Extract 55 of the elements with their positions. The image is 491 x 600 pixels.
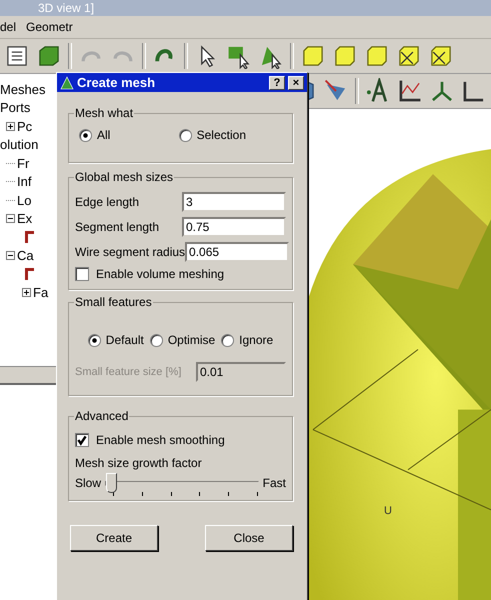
tree-item[interactable]: Pc [17,118,32,134]
radio-button[interactable] [88,334,101,346]
group-title: Global mesh sizes [74,170,174,184]
input-field[interactable]: 3 [182,192,286,212]
checkbox[interactable] [75,267,89,281]
tree-item[interactable]: Meshes [0,82,46,97]
radio-label: All [97,128,110,142]
help-button[interactable]: ? [269,76,285,90]
radio-button[interactable] [221,334,234,346]
tree-item[interactable]: Ex [17,211,32,226]
tree-item[interactable]: Fr [17,156,30,171]
radio-button[interactable] [150,334,163,346]
window-title: 3D view 1] [38,1,94,15]
slider-min-label: Slow [75,476,102,490]
field-label: Small feature size [%] [75,366,182,378]
letter-icon [22,230,36,244]
checkbox-label: Enable volume meshing [96,267,224,281]
field-label: Segment length [75,220,160,234]
menu-item[interactable]: del [0,20,16,34]
field-label: Wire segment radius [75,245,186,259]
radio-button[interactable] [178,128,192,142]
tree-item[interactable]: Lo [17,192,32,208]
input-field[interactable]: 0.75 [182,217,286,237]
group-title: Small features [74,295,153,309]
slider-thumb[interactable] [106,472,118,492]
checkbox[interactable] [75,433,89,447]
radio-label: Ignore [239,333,274,347]
radio-label: Optimise [168,333,216,347]
tree-item[interactable]: olution [0,137,38,152]
expander-icon[interactable] [6,122,15,131]
radio-button[interactable] [79,128,92,142]
radio-label: Selection [196,128,246,142]
dialog-button[interactable]: Close [205,525,293,551]
tree-item[interactable]: Fa [33,285,48,300]
menu-item[interactable]: Geometr [26,20,73,34]
chart-icon[interactable] [397,78,423,104]
group-title: Advanced [74,409,130,423]
checkbox-label: Enable mesh smoothing [96,433,225,447]
tree-item[interactable]: Ca [17,248,34,264]
slider-label: Mesh size growth factor [75,456,203,470]
input-field[interactable]: 0.065 [185,242,290,262]
field-label: Edge length [75,195,140,209]
letter-icon [22,267,36,282]
tree-item[interactable]: Inf [17,174,32,190]
tree-item[interactable]: Ports [0,100,30,116]
dialog-title: Create mesh [77,75,156,90]
slider-max-label: Fast [262,476,286,490]
close-button[interactable]: × [288,76,304,90]
dialog-button[interactable]: Create [70,525,158,551]
radio-label: Default [106,333,144,347]
axis-label: U [384,505,392,517]
group-title: Mesh what [74,106,134,120]
expander-icon[interactable] [6,251,15,260]
expander-icon[interactable] [22,288,31,298]
expander-icon[interactable] [6,214,15,224]
